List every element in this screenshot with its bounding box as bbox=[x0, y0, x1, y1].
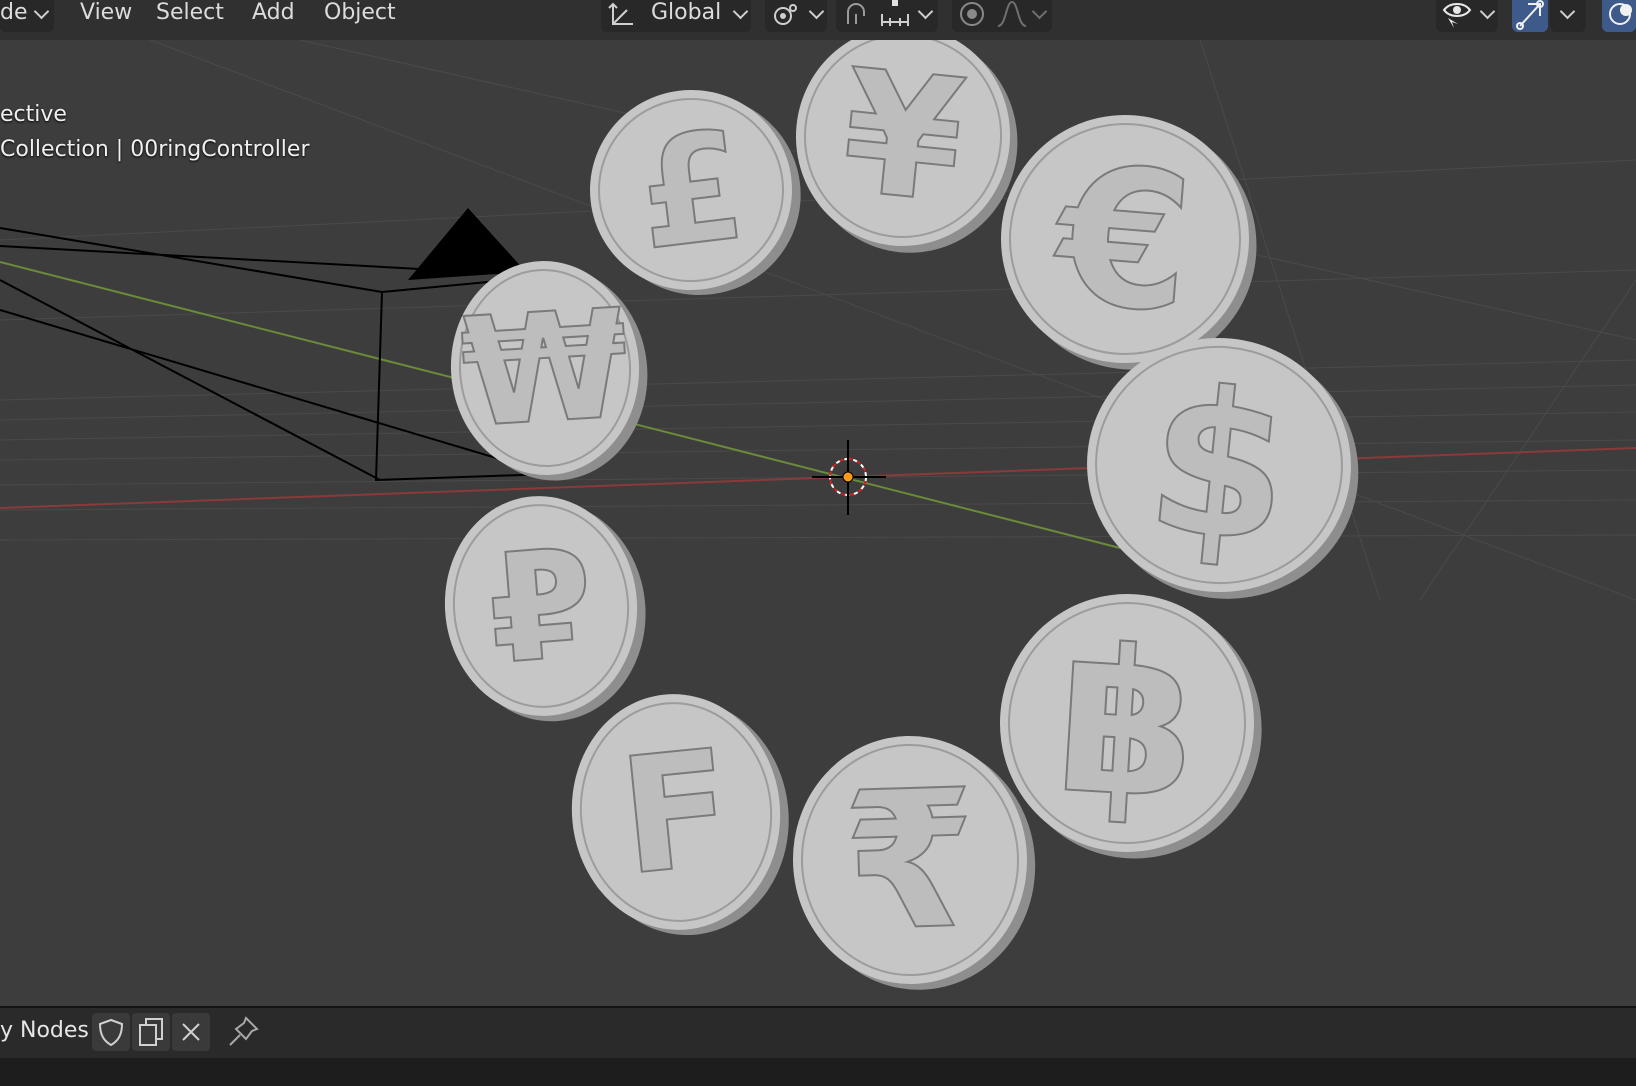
menu-object[interactable]: Object bbox=[324, 0, 396, 40]
coin-ring: £ ¥ € ₩ $ ₽F ₹ ฿ bbox=[437, 40, 1359, 993]
close-icon bbox=[182, 1023, 200, 1041]
orientation-label: Global bbox=[651, 0, 722, 25]
coin-6[interactable]: ₽ bbox=[437, 488, 654, 729]
chevron-down-icon bbox=[808, 3, 825, 20]
coin-symbol: ₩ bbox=[457, 278, 633, 462]
unlink-button[interactable] bbox=[172, 1013, 210, 1051]
3d-cursor[interactable] bbox=[812, 440, 886, 515]
snap-increment-icon bbox=[881, 0, 909, 26]
gizmo-toggle[interactable] bbox=[1512, 0, 1548, 32]
coin-1[interactable]: £ bbox=[579, 78, 812, 308]
fake-user-button[interactable] bbox=[92, 1013, 130, 1051]
pin-button[interactable] bbox=[224, 1013, 262, 1051]
snap-magnet-icon[interactable] bbox=[842, 0, 872, 30]
overlay-toggle[interactable] bbox=[1602, 0, 1636, 32]
pin-icon bbox=[229, 1016, 259, 1046]
collection-info-label: Collection | 00ringController bbox=[0, 137, 310, 162]
proportional-editing-icon bbox=[960, 2, 984, 26]
coin-symbol: ฿ bbox=[1050, 604, 1203, 845]
gizmo-dropdown[interactable] bbox=[1550, 0, 1586, 32]
pivot-point-dropdown[interactable] bbox=[765, 0, 827, 32]
coin-4[interactable]: ₩ bbox=[445, 255, 654, 486]
duplicate-button[interactable] bbox=[132, 1013, 170, 1051]
duplicate-icon bbox=[139, 1018, 163, 1046]
chevron-down-icon bbox=[917, 3, 934, 20]
node-tree-name[interactable]: y Nodes bbox=[0, 1018, 89, 1043]
coin-symbol: £ bbox=[629, 99, 753, 284]
node-tree-selector: y Nodes bbox=[0, 1008, 1636, 1058]
fake-user-shield-icon bbox=[98, 1018, 124, 1047]
coin-3[interactable]: € bbox=[991, 105, 1266, 379]
coin-symbol: ₹ bbox=[841, 749, 980, 974]
coin-symbol: ¥ bbox=[834, 40, 971, 242]
coin-symbol: $ bbox=[1138, 344, 1300, 590]
mode-dropdown[interactable]: de bbox=[0, 0, 54, 32]
view-name-label: ective bbox=[0, 102, 67, 127]
coin-symbol: € bbox=[1046, 124, 1199, 355]
visibility-eye-icon bbox=[1442, 3, 1472, 28]
visibility-dropdown[interactable] bbox=[1436, 0, 1498, 32]
falloff-curve-icon[interactable] bbox=[996, 0, 1028, 30]
coin-7[interactable]: F bbox=[561, 683, 800, 945]
menu-view[interactable]: View bbox=[80, 0, 132, 40]
viewport-scene: £ ¥ € ₩ $ ₽F ₹ ฿ bbox=[0, 40, 1636, 993]
coin-symbol: F bbox=[612, 714, 739, 911]
chevron-down-icon bbox=[1031, 3, 1048, 20]
node-editor-header: y Nodes bbox=[0, 1006, 1636, 1086]
proportional-editing-toggle[interactable] bbox=[952, 0, 1052, 32]
chevron-down-icon bbox=[33, 3, 50, 20]
chevron-down-icon bbox=[732, 3, 749, 20]
pivot-point-icon bbox=[774, 4, 797, 25]
transform-orientation-dropdown[interactable]: Global bbox=[601, 0, 751, 32]
chevron-down-icon bbox=[1479, 3, 1496, 20]
coin-symbol: ₽ bbox=[482, 517, 600, 699]
coin-2[interactable]: ¥ bbox=[785, 40, 1028, 263]
snap-dropdown[interactable] bbox=[836, 0, 938, 32]
menu-add[interactable]: Add bbox=[252, 0, 295, 40]
chevron-down-icon bbox=[1559, 3, 1576, 20]
coin-9[interactable]: ฿ bbox=[992, 587, 1269, 866]
overlay-icon bbox=[1609, 3, 1632, 25]
menu-select[interactable]: Select bbox=[156, 0, 224, 40]
coin-8[interactable]: ₹ bbox=[789, 732, 1039, 993]
transform-orientation-icon bbox=[608, 2, 633, 25]
viewport-header: de View Select Add Object Global bbox=[0, 0, 1636, 40]
3d-viewport[interactable]: £ ¥ € ₩ $ ₽ F ₹ ฿ ective Collection | 00ringCont… bbox=[0, 40, 1636, 1006]
mode-label: de bbox=[0, 0, 28, 25]
gizmo-icon bbox=[1516, 0, 1544, 30]
